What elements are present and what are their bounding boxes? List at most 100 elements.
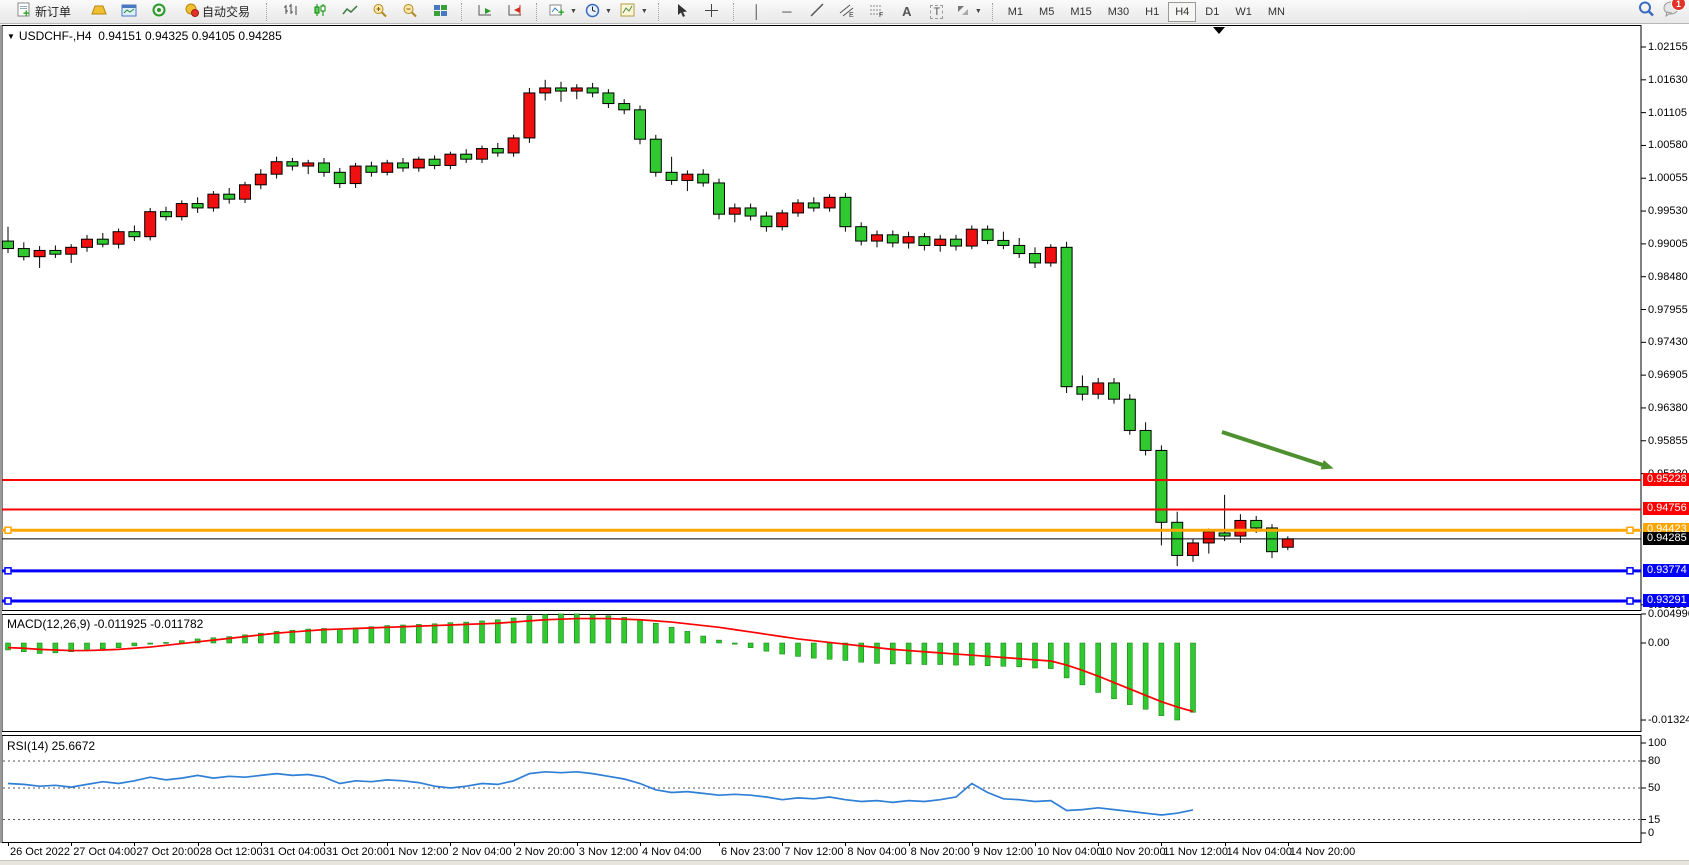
axis-tick-label: 80 [1648, 755, 1660, 767]
macd-pane[interactable] [2, 615, 1641, 732]
svg-text:+: + [23, 8, 29, 18]
main-pane[interactable] [2, 26, 1641, 611]
chart-ohlc-values: 0.94151 0.94325 0.94105 0.94285 [98, 29, 282, 43]
arrows-button[interactable]: ▼ [952, 1, 986, 23]
new-order-icon: + [17, 2, 32, 21]
time-axis-label: 31 Oct 20:00 [326, 846, 389, 858]
time-axis-label: 31 Oct 04:00 [263, 846, 326, 858]
time-axis-tick [909, 843, 910, 846]
periods-button[interactable]: ▼ [581, 1, 616, 23]
vertical-line-button[interactable]: │ [742, 1, 772, 23]
rsi-pane[interactable] [2, 736, 1641, 843]
candlestick-icon [312, 3, 328, 20]
timeframe-button-h1[interactable]: H1 [1138, 2, 1166, 22]
macd-indicator-label: MACD(12,26,9) -0.011925 -0.011782 [7, 617, 203, 631]
toolbar-separator [733, 3, 738, 21]
svg-text:+: + [558, 7, 564, 17]
timeframe-button-m1[interactable]: M1 [1001, 2, 1030, 22]
bar-chart-type-button[interactable] [275, 1, 305, 23]
symbol-dropdown-icon[interactable]: ▼ [7, 32, 15, 41]
timeframe-button-m15[interactable]: M15 [1063, 2, 1098, 22]
axis-tick-label: 0 [1648, 827, 1654, 839]
axis-tick-label: 1.01630 [1648, 74, 1688, 86]
time-axis-label: 10 Nov 20:00 [1100, 846, 1165, 858]
time-axis-label: 2 Nov 20:00 [516, 846, 575, 858]
cursor-button[interactable] [667, 1, 697, 23]
equidistant-channel-button[interactable]: E [832, 1, 862, 23]
horizontal-line-icon: ─ [782, 4, 791, 19]
svg-text:E: E [849, 12, 854, 18]
zoom-in-button[interactable] [365, 1, 395, 23]
horizontal-line-button[interactable]: ─ [772, 1, 802, 23]
time-axis-tick [845, 843, 846, 846]
chart-shift-marker[interactable] [1213, 27, 1225, 34]
price-tag: 0.93291 [1643, 594, 1689, 607]
text-label-button[interactable]: T [922, 1, 952, 23]
market-window-button[interactable] [114, 1, 144, 23]
axis-tick-label: 0.00 [1648, 637, 1669, 649]
candlestick-type-button[interactable] [305, 1, 335, 23]
indicators-add-icon: + [549, 3, 565, 20]
clock-icon [585, 3, 600, 21]
timeframe-button-m30[interactable]: M30 [1101, 2, 1136, 22]
price-tag: 0.93774 [1643, 564, 1689, 577]
crosshair-icon [704, 3, 719, 21]
text-label-icon: T [930, 5, 943, 19]
trading-terminal-window: + 新订单 自动交易 +▼ ▼ ▼ │ ─ E F A T ▼ [0, 0, 1689, 865]
time-axis-tick [719, 843, 720, 846]
zoom-out-button[interactable] [395, 1, 425, 23]
auto-trading-button[interactable]: 自动交易 [174, 1, 260, 23]
auto-trading-icon [184, 3, 199, 20]
chevron-down-icon: ▼ [641, 8, 648, 15]
indicators-button[interactable]: +▼ [545, 1, 581, 23]
time-axis-label: 4 Nov 04:00 [642, 846, 701, 858]
time-axis-tick [640, 843, 641, 846]
chevron-down-icon: ▼ [975, 8, 982, 15]
line-chart-type-button[interactable] [335, 1, 365, 23]
toolbar-separator [461, 3, 466, 21]
axis-tick-label: 1.00055 [1648, 172, 1688, 184]
timeframe-button-mn[interactable]: MN [1261, 2, 1292, 22]
chart-template-icon [620, 3, 636, 20]
axis-tick-label: 50 [1648, 782, 1660, 794]
chart-shift-icon [507, 3, 523, 20]
time-axis-label: 28 Oct 12:00 [200, 846, 263, 858]
axis-tick-label: 15 [1648, 814, 1660, 826]
axis-tick-label: 0.004996 [1648, 608, 1689, 620]
chart-symbol: USDCHF-,H4 [19, 29, 92, 43]
template-button[interactable]: ▼ [616, 1, 652, 23]
time-axis-label: 14 Nov 04:00 [1227, 846, 1292, 858]
time-axis-label: 27 Oct 04:00 [73, 846, 136, 858]
trendline-button[interactable] [802, 1, 832, 23]
market-window-icon [121, 4, 137, 20]
time-axis-label: 2 Nov 04:00 [452, 846, 511, 858]
price-tag: 0.95228 [1643, 473, 1689, 486]
news-button[interactable]: 1 [1663, 1, 1681, 22]
timeframe-button-m5[interactable]: M5 [1032, 2, 1061, 22]
time-axis-label: 3 Nov 12:00 [579, 846, 638, 858]
chevron-down-icon: ▼ [605, 8, 612, 15]
crosshair-button[interactable] [697, 1, 727, 23]
timeframe-button-h4[interactable]: H4 [1168, 2, 1196, 22]
new-order-button[interactable]: + 新订单 [4, 1, 84, 23]
zoom-in-icon [372, 3, 388, 21]
chart-title[interactable]: ▼ USDCHF-,H4 0.94151 0.94325 0.94105 0.94… [7, 29, 282, 43]
gold-button[interactable] [84, 1, 114, 23]
time-axis-tick [71, 843, 72, 846]
time-axis-tick [972, 843, 973, 846]
new-order-label: 新订单 [35, 3, 71, 20]
timeframe-button-d1[interactable]: D1 [1198, 2, 1226, 22]
search-icon[interactable] [1638, 1, 1655, 22]
text-button[interactable]: A [892, 1, 922, 23]
chevron-down-icon: ▼ [570, 8, 577, 15]
time-axis-tick [782, 843, 783, 846]
auto-scroll-button[interactable] [470, 1, 500, 23]
time-axis-label: 9 Nov 12:00 [974, 846, 1033, 858]
zoom-out-icon [402, 3, 418, 21]
tile-windows-button[interactable] [425, 1, 455, 23]
signal-button[interactable] [144, 1, 174, 23]
chart-canvas[interactable] [0, 25, 1689, 843]
chart-shift-button[interactable] [500, 1, 530, 23]
fibonacci-button[interactable]: F [862, 1, 892, 23]
timeframe-button-w1[interactable]: W1 [1228, 2, 1259, 22]
